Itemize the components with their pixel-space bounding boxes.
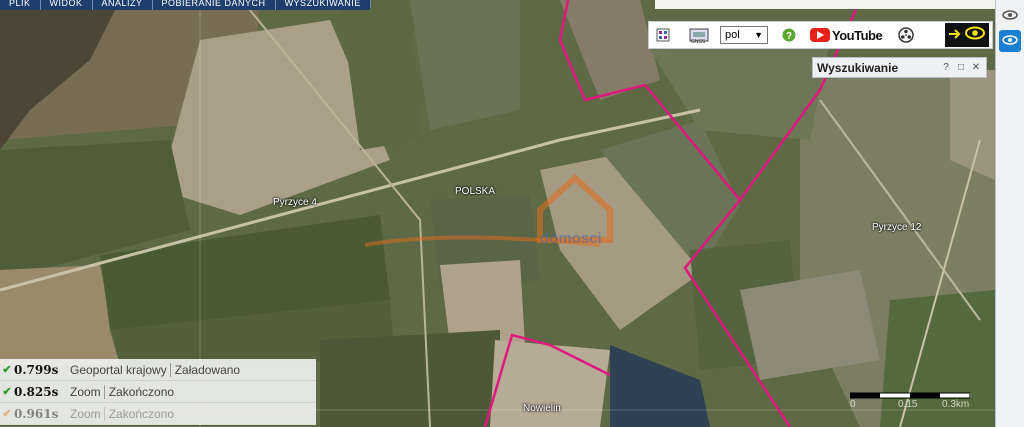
field	[0, 265, 120, 365]
top-toolbar: GNSS pol ▼ ? YouTube	[648, 21, 993, 49]
buildings	[740, 270, 880, 380]
scale-label-mid: 0.15	[898, 399, 918, 410]
check-icon: ✔	[2, 408, 12, 420]
map-label-nowielin: Nowielin	[523, 403, 561, 414]
right-sidebar	[995, 0, 1024, 427]
chevron-down-icon: ▼	[754, 30, 763, 40]
watermark-text: domosci	[540, 230, 602, 247]
status-state: Zakończono	[108, 406, 175, 421]
search-panel-title: Wyszukiwanie	[817, 60, 899, 75]
status-row: ✔ 0.961s Zoom Zakończono	[0, 403, 316, 425]
youtube-icon	[810, 28, 830, 42]
status-name: Zoom	[67, 384, 105, 399]
check-icon: ✔	[2, 386, 12, 398]
status-row: ✔ 0.799s Geoportal krajowy Załadowano	[0, 359, 316, 381]
menu-download[interactable]: POBIERANIE DANYCH	[153, 0, 276, 10]
map-label-pyrzyce4: Pyrzyce 4	[273, 197, 317, 208]
arrow-right-icon	[949, 26, 961, 44]
status-name: Geoportal krajowy	[67, 362, 171, 377]
panel-close-button[interactable]: ✕	[971, 62, 981, 73]
youtube-link[interactable]: YouTube	[810, 27, 883, 43]
status-log: ✔ 0.799s Geoportal krajowy Załadowano ✔ …	[0, 359, 316, 425]
map-label-polska: POLSKA	[455, 186, 496, 197]
sidebar-eye-active-button[interactable]	[999, 30, 1021, 52]
menu-search[interactable]: WYSZUKIWANIE	[276, 0, 371, 10]
scale-label-end: 0.3km	[942, 399, 970, 410]
gnss-icon[interactable]: GNSS	[688, 26, 710, 44]
eye-icon	[965, 26, 985, 45]
language-select[interactable]: pol ▼	[720, 26, 768, 44]
status-time: 0.799s	[14, 362, 59, 377]
sidebar-eye-button[interactable]	[999, 4, 1021, 26]
scale-bar: 0 0.15 0.3km	[850, 392, 970, 410]
main-menu: PLIK WIDOK ANALIZY POBIERANIE DANYCH WYS…	[0, 0, 371, 10]
reel-icon[interactable]	[898, 27, 914, 43]
language-value: pol	[725, 29, 740, 41]
panel-maximize-button[interactable]: □	[956, 62, 966, 73]
status-time: 0.825s	[14, 384, 59, 399]
menu-analyses[interactable]: ANALIZY	[93, 0, 153, 10]
search-panel-header[interactable]: Wyszukiwanie ? □ ✕	[812, 57, 987, 78]
svg-text:?: ?	[786, 31, 792, 42]
menu-file[interactable]: PLIK	[0, 0, 41, 10]
panel-help-button[interactable]: ?	[941, 62, 951, 73]
youtube-label: YouTube	[832, 27, 883, 43]
status-row: ✔ 0.825s Zoom Zakończono	[0, 381, 316, 403]
map-strip	[655, 0, 995, 9]
status-name: Zoom	[67, 406, 105, 421]
map-label-pyrzyce12: Pyrzyce 12	[872, 222, 922, 233]
eye-icon	[1002, 32, 1018, 50]
svg-text:GNSS: GNSS	[691, 39, 706, 44]
help-icon[interactable]: ?	[782, 28, 796, 42]
eye-button[interactable]	[945, 23, 989, 47]
field	[320, 330, 500, 427]
check-icon: ✔	[2, 364, 12, 376]
status-time: 0.961s	[14, 406, 59, 421]
status-state: Załadowano	[174, 362, 241, 377]
layers-icon[interactable]	[656, 28, 670, 42]
status-state: Zakończono	[108, 384, 175, 399]
scale-label-0: 0	[850, 399, 856, 410]
menu-view[interactable]: WIDOK	[41, 0, 93, 10]
